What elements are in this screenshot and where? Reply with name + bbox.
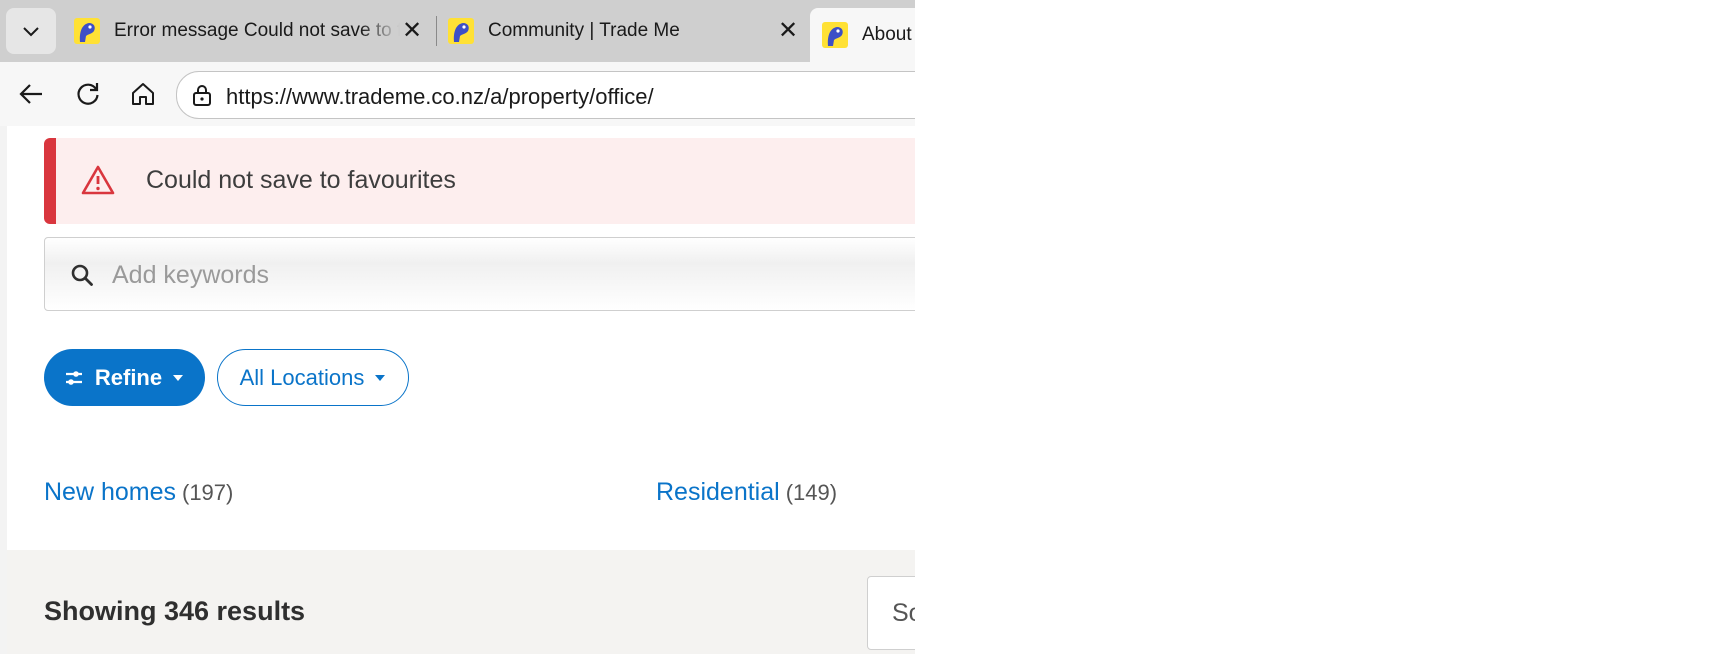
- results-heading: Showing 346 results: [44, 596, 306, 626]
- close-icon[interactable]: ✕: [778, 19, 798, 43]
- tab-menu-button[interactable]: [6, 8, 56, 54]
- back-button[interactable]: [15, 78, 47, 110]
- reload-button[interactable]: [72, 78, 104, 110]
- results-bar: Showing 346 results So: [7, 550, 915, 654]
- category-count: (149): [785, 480, 838, 505]
- search-icon: [71, 264, 93, 286]
- home-button[interactable]: [127, 78, 159, 110]
- tab-error-message[interactable]: Error message Could not save to favourit…: [74, 8, 429, 54]
- trademe-kiwi-icon: [74, 18, 100, 44]
- search-box[interactable]: [44, 237, 915, 311]
- reload-icon: [77, 83, 99, 105]
- trademe-kiwi-icon: [822, 22, 848, 48]
- home-icon: [132, 83, 154, 105]
- tab-title: Error message Could not save to favourit…: [114, 20, 400, 41]
- sliders-icon: [65, 370, 82, 385]
- tab-strip: Error message Could not save to favourit…: [0, 0, 915, 62]
- lock-icon[interactable]: [191, 84, 213, 106]
- refine-button[interactable]: Refine: [44, 349, 205, 406]
- url-text[interactable]: https://www.trademe.co.nz/a/property/off…: [226, 84, 654, 110]
- tab-community[interactable]: Community | Trade Me ✕: [448, 8, 803, 54]
- refine-label: Refine: [94, 364, 163, 390]
- error-message: Could not save to favourites: [146, 166, 456, 194]
- caret-down-icon: [173, 374, 184, 381]
- category-link-residential[interactable]: Residential (149): [656, 478, 837, 507]
- tab-title: Community | Trade Me: [488, 20, 680, 41]
- trademe-kiwi-icon: [448, 18, 474, 44]
- error-banner: Could not save to favourites: [44, 138, 915, 224]
- back-arrow-icon: [19, 84, 42, 104]
- address-bar[interactable]: https://www.trademe.co.nz/a/property/off…: [176, 71, 915, 119]
- category-link-new-homes[interactable]: New homes (197): [44, 478, 233, 507]
- tab-about-active[interactable]: About: [810, 8, 915, 62]
- page-content: Could not save to favourites Refine All …: [7, 126, 915, 654]
- caret-down-icon: [375, 374, 386, 381]
- category-label: Residential: [656, 478, 780, 506]
- category-label: New homes: [44, 478, 176, 506]
- search-input[interactable]: [110, 252, 914, 298]
- browser-window: Error message Could not save to favourit…: [0, 0, 915, 654]
- all-locations-dropdown[interactable]: All Locations: [217, 349, 409, 406]
- locations-label: All Locations: [239, 364, 365, 390]
- close-icon[interactable]: ✕: [402, 19, 422, 43]
- warning-triangle-icon: [81, 165, 115, 195]
- chevron-down-icon: [23, 27, 39, 37]
- tab-title: About: [862, 24, 912, 45]
- tab-separator: [436, 16, 437, 46]
- sort-select[interactable]: So: [867, 576, 915, 650]
- browser-toolbar: https://www.trademe.co.nz/a/property/off…: [0, 62, 915, 126]
- category-count: (197): [182, 480, 234, 505]
